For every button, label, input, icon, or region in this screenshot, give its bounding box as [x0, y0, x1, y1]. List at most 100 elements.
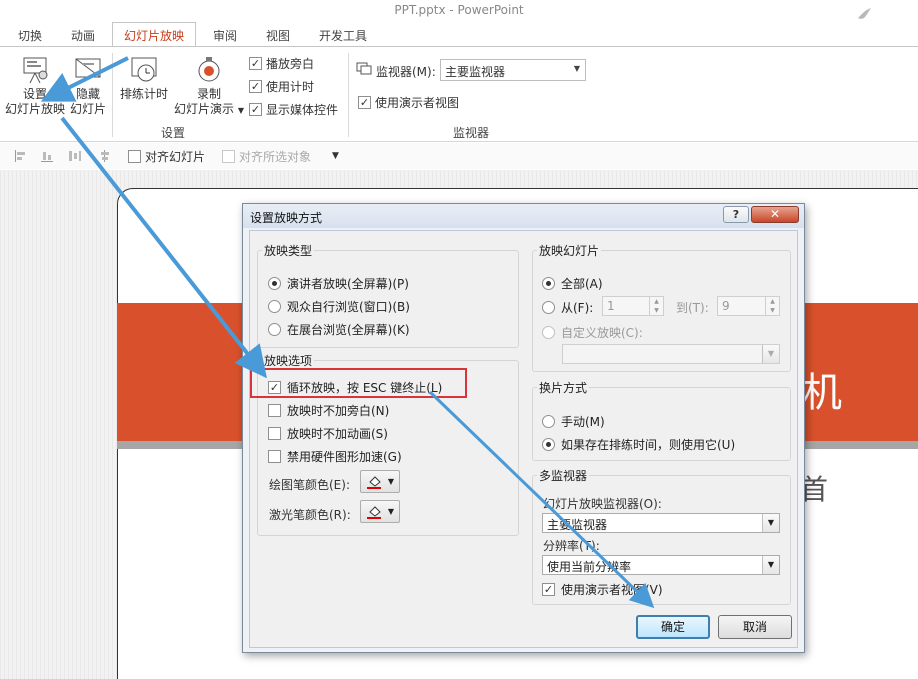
dialog-body: 放映类型 演讲者放映(全屏幕)(P) 观众自行浏览(窗口)(B) 在展台浏览(全…: [249, 230, 798, 648]
paint-bucket-icon: [367, 506, 381, 519]
play-narrations-checkbox[interactable]: ✓ 播放旁白: [249, 55, 314, 72]
radio-all-slides[interactable]: 全部(A): [542, 275, 603, 292]
distribute-horizontal-icon[interactable]: [68, 149, 82, 163]
radio-presenter[interactable]: 演讲者放映(全屏幕)(P): [268, 275, 409, 292]
slideshow-monitor-select[interactable]: 主要监视器 ▼: [542, 513, 780, 533]
checkbox-box[interactable]: [268, 427, 281, 440]
setup-show-dialog: 设置放映方式 ? ✕ 放映类型 演讲者放映(全屏幕)(P) 观众自行浏览(窗口)…: [242, 203, 805, 653]
align-slides-label: 对齐幻灯片: [145, 150, 206, 164]
radio-button[interactable]: [268, 300, 281, 313]
show-type-legend: 放映类型: [264, 244, 313, 258]
align-slides-checkbox[interactable]: 对齐幻灯片: [128, 148, 205, 165]
pen-color-button[interactable]: ▼: [360, 470, 400, 493]
spinner-arrows-icon[interactable]: ▲ ▼: [765, 297, 779, 315]
from-spinner[interactable]: 1 ▲ ▼: [602, 296, 664, 316]
use-timings-checkbox[interactable]: ✓ 使用计时: [249, 78, 314, 95]
ok-button[interactable]: 确定: [636, 615, 710, 639]
to-spinner[interactable]: 9 ▲ ▼: [717, 296, 780, 316]
align-selected-checkbox[interactable]: 对齐所选对象: [222, 148, 311, 165]
radio-from-slides[interactable]: 从(F):: [542, 299, 593, 316]
ribbon-separator: [348, 53, 349, 137]
setup-slideshow-icon: [23, 57, 48, 84]
radio-button[interactable]: [542, 415, 555, 428]
tab-review[interactable]: 审阅: [213, 27, 237, 44]
checkbox-box[interactable]: ✓: [249, 57, 262, 70]
hide-line2: 幻灯片: [69, 102, 106, 116]
setup-line1: 设置: [22, 87, 47, 101]
laser-color-button[interactable]: ▼: [360, 500, 400, 523]
show-media-controls-checkbox[interactable]: ✓ 显示媒体控件: [249, 101, 338, 118]
use-timings-label: 使用计时: [266, 80, 315, 94]
checkbox-box[interactable]: ✓: [542, 583, 555, 596]
checkbox-box[interactable]: ✓: [249, 80, 262, 93]
radio-button[interactable]: [542, 301, 555, 314]
radio-button[interactable]: [542, 326, 555, 339]
align-selected-label: 对齐所选对象: [239, 150, 312, 164]
dialog-title-bar: 设置放映方式 ? ✕: [243, 204, 804, 228]
custom-show-select[interactable]: ▼: [562, 344, 780, 364]
radio-custom-show[interactable]: 自定义放映(C):: [542, 324, 643, 341]
radio-window[interactable]: 观众自行浏览(窗口)(B): [268, 298, 410, 315]
use-presenter-view-checkbox[interactable]: ✓ 使用演示者视图: [358, 94, 459, 111]
show-slides-legend: 放映幻灯片: [539, 244, 600, 258]
record-slideshow-button[interactable]: 录制 幻灯片演示 ▼: [172, 55, 246, 118]
chevron-down-icon: ▼: [762, 514, 779, 532]
record-dropdown-icon[interactable]: ▼: [238, 106, 244, 115]
slideshow-monitor-value: 主要监视器: [547, 518, 608, 532]
laser-color-label: 激光笔颜色(R):: [269, 508, 351, 522]
align-center-icon[interactable]: [98, 149, 112, 163]
disable-hw-acceleration-checkbox[interactable]: 禁用硬件图形加速(G): [268, 448, 402, 465]
help-button[interactable]: ?: [723, 206, 749, 223]
radio-manual[interactable]: 手动(M): [542, 413, 605, 430]
radio-use-timings[interactable]: 如果存在排练时间，则使用它(U): [542, 436, 735, 453]
show-options-legend: 放映选项: [264, 354, 313, 368]
no-narration-checkbox[interactable]: 放映时不加旁白(N): [268, 402, 389, 419]
radio-kiosk[interactable]: 在展台浏览(全屏幕)(K): [268, 321, 410, 338]
disable-hw-label: 禁用硬件图形加速(G): [287, 450, 402, 464]
presenter-view-checkbox[interactable]: ✓ 使用演示者视图(V): [542, 581, 663, 598]
chevron-down-icon[interactable]: ▼: [332, 151, 339, 161]
ribbon-separator: [112, 53, 113, 137]
chevron-down-icon: ▼: [762, 556, 779, 574]
record-line1: 录制: [196, 87, 221, 101]
hide-slide-button[interactable]: 隐藏 幻灯片: [68, 55, 108, 117]
tab-transitions[interactable]: 切换: [18, 27, 42, 44]
checkbox-box[interactable]: [128, 150, 141, 163]
align-bottom-icon[interactable]: [40, 149, 54, 163]
align-left-icon[interactable]: [14, 149, 28, 163]
cancel-button[interactable]: 取消: [718, 615, 792, 639]
resolution-select[interactable]: 使用当前分辨率 ▼: [542, 555, 780, 575]
user-account-icon[interactable]: [856, 6, 874, 22]
checkbox-box[interactable]: ✓: [249, 103, 262, 116]
annotation-highlight-box: [250, 368, 467, 398]
checkbox-box[interactable]: ✓: [358, 96, 371, 109]
no-animation-checkbox[interactable]: 放映时不加动画(S): [268, 425, 388, 442]
tab-developer[interactable]: 开发工具: [319, 27, 367, 44]
tab-view[interactable]: 视图: [266, 27, 290, 44]
close-button[interactable]: ✕: [751, 206, 799, 223]
radio-button[interactable]: [542, 277, 555, 290]
checkbox-box[interactable]: [268, 450, 281, 463]
radio-button[interactable]: [542, 438, 555, 451]
tab-animations[interactable]: 动画: [71, 27, 95, 44]
slide-title-text[interactable]: 机: [802, 360, 842, 418]
radio-button[interactable]: [268, 323, 281, 336]
rehearse-timings-button[interactable]: 排练计时: [116, 55, 172, 102]
radio-button[interactable]: [268, 277, 281, 290]
align-toolbar: 对齐幻灯片 对齐所选对象 ▼: [0, 143, 918, 169]
group-label-monitor: 监视器: [453, 126, 490, 140]
presenter-view-label: 使用演示者视图(V): [561, 583, 663, 597]
radio-label: 从(F):: [561, 301, 594, 315]
checkbox-box[interactable]: [222, 150, 235, 163]
setup-slideshow-button[interactable]: 设置 幻灯片放映: [4, 55, 66, 117]
paint-bucket-icon: [367, 476, 381, 489]
spinner-arrows-icon[interactable]: ▲ ▼: [649, 297, 663, 315]
resolution-label: 分辨率(T):: [543, 539, 600, 553]
tab-slideshow[interactable]: 幻灯片放映: [112, 22, 197, 47]
from-value: 1: [607, 299, 615, 313]
resolution-value: 使用当前分辨率: [547, 560, 632, 574]
checkbox-box[interactable]: [268, 404, 281, 417]
monitor-select[interactable]: 主要监视器 ▼: [440, 59, 586, 81]
hide-line1: 隐藏: [75, 87, 100, 101]
radio-label: 在展台浏览(全屏幕)(K): [287, 323, 410, 337]
